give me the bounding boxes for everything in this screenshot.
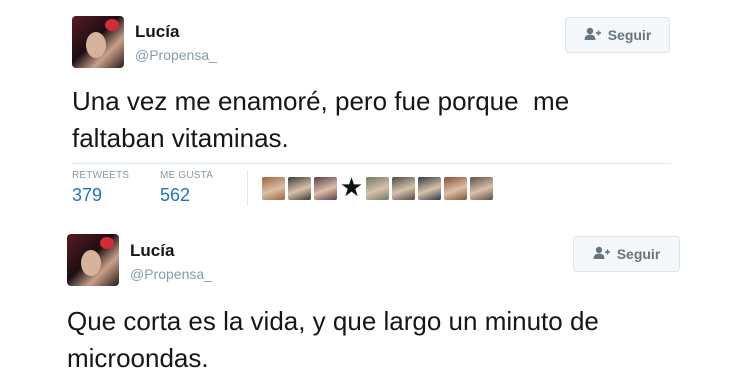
divider bbox=[72, 163, 671, 164]
liker-avatar-icon[interactable] bbox=[418, 177, 441, 200]
likes-count: 562 bbox=[160, 185, 191, 205]
user-handle[interactable]: @Propensa_ bbox=[135, 47, 217, 63]
add-user-icon bbox=[584, 27, 601, 44]
liker-avatar-icon[interactable] bbox=[470, 177, 493, 200]
follow-button[interactable]: Seguir bbox=[565, 17, 670, 53]
liker-avatar-icon[interactable] bbox=[392, 177, 415, 200]
liker-avatar-icon[interactable] bbox=[314, 177, 337, 200]
liker-avatar-icon[interactable] bbox=[366, 177, 389, 200]
user-name[interactable]: Lucía bbox=[135, 22, 179, 42]
user-avatar[interactable] bbox=[72, 16, 124, 68]
likes-label: ME GUSTA bbox=[160, 170, 214, 181]
star-icon[interactable]: ★ bbox=[340, 175, 363, 201]
liker-avatar-icon[interactable] bbox=[262, 177, 285, 200]
tweet-text: Que corta es la vida, y que largo un min… bbox=[67, 306, 599, 373]
retweets-count: 379 bbox=[72, 185, 103, 205]
add-user-icon bbox=[593, 246, 610, 263]
liker-avatar-icon[interactable] bbox=[444, 177, 467, 200]
retweets-stat[interactable]: RETWEETS 379 bbox=[72, 170, 129, 206]
likes-stat[interactable]: ME GUSTA 562 bbox=[160, 170, 213, 206]
liker-avatars: ★ bbox=[262, 175, 493, 201]
user-handle[interactable]: @Propensa_ bbox=[130, 266, 212, 282]
follow-button[interactable]: Seguir bbox=[573, 236, 680, 272]
liker-avatar-icon[interactable] bbox=[288, 177, 311, 200]
retweets-label: RETWEETS bbox=[72, 170, 130, 181]
tweet-text: Una vez me enamoré, pero fue porque me f… bbox=[72, 86, 570, 153]
user-name[interactable]: Lucía bbox=[130, 241, 174, 261]
follow-button-label: Seguir bbox=[616, 246, 661, 262]
stats-separator bbox=[247, 170, 248, 206]
user-avatar[interactable] bbox=[67, 234, 119, 286]
follow-button-label: Seguir bbox=[607, 27, 652, 43]
